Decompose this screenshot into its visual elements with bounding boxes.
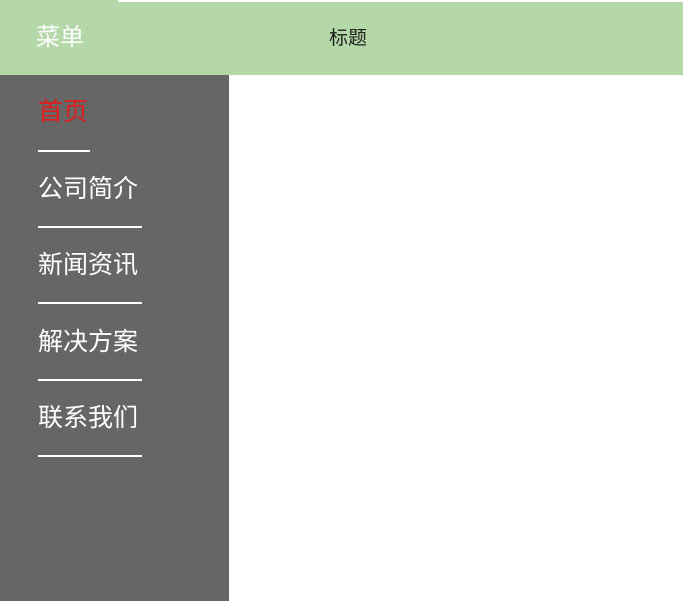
sidebar-item-news[interactable]: 新闻资讯 [38, 248, 138, 282]
sidebar-divider [38, 302, 142, 304]
main-content [229, 75, 683, 601]
header-bar: 菜单 标题 [0, 0, 683, 75]
sidebar-item-home[interactable]: 首页 [38, 95, 88, 129]
sidebar-divider [38, 226, 142, 228]
sidebar-item-contact-us[interactable]: 联系我们 [38, 401, 138, 435]
sidebar-divider [38, 379, 142, 381]
page-title: 标题 [329, 27, 368, 49]
header-top-gap [118, 0, 683, 2]
sidebar-divider [38, 455, 142, 457]
sidebar-item-solutions[interactable]: 解决方案 [38, 325, 138, 359]
sidebar: 首页 公司简介 新闻资讯 解决方案 联系我们 [0, 75, 229, 601]
menu-toggle-button[interactable]: 菜单 [36, 21, 84, 53]
sidebar-divider [38, 150, 90, 152]
sidebar-item-company-intro[interactable]: 公司简介 [38, 172, 138, 206]
